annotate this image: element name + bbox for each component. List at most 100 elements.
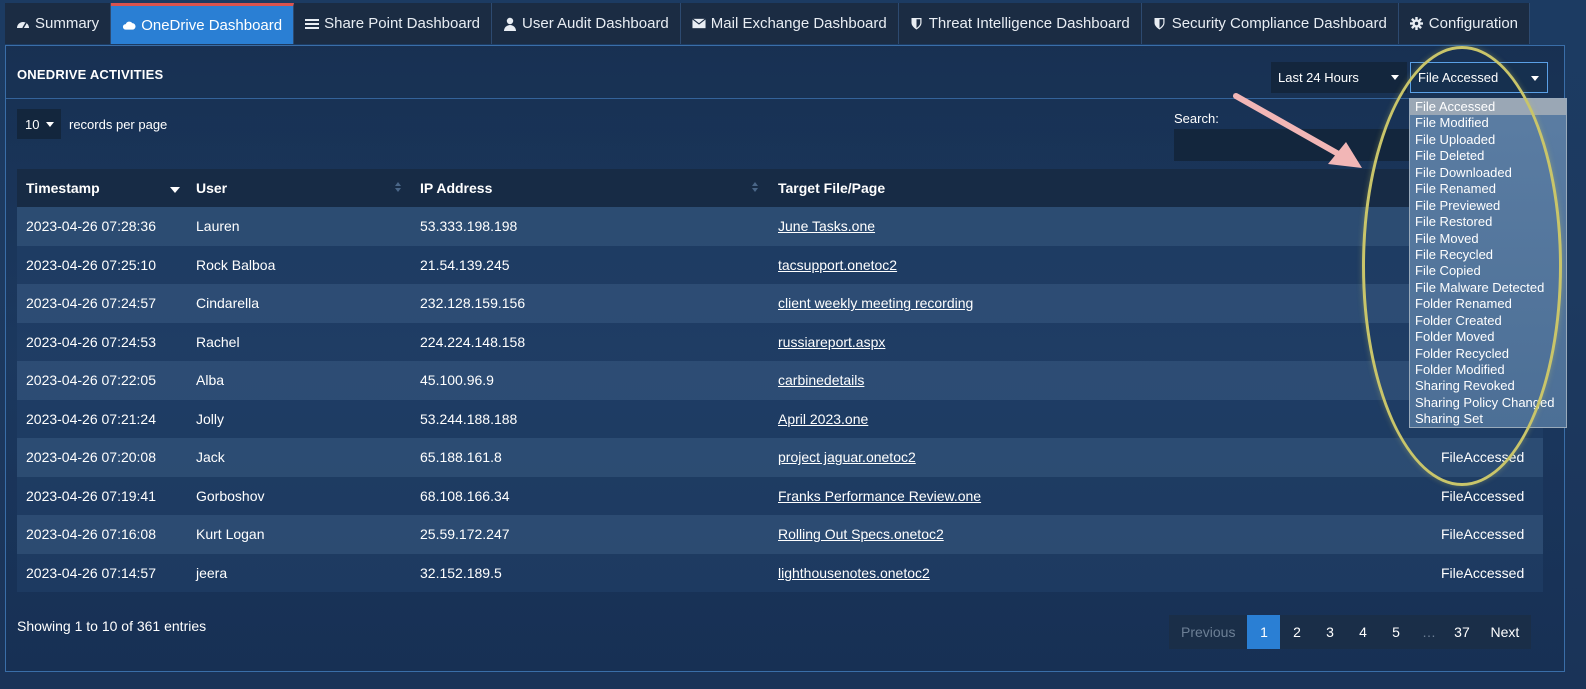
chevron-down-icon: [1531, 76, 1539, 81]
dropdown-option[interactable]: File Accessed: [1410, 99, 1566, 116]
cell-ip-address: 21.54.139.245: [420, 256, 510, 273]
event-select-value: File Accessed: [1418, 70, 1499, 85]
chevron-down-icon: [1391, 75, 1399, 80]
dropdown-option[interactable]: Folder Recycled: [1410, 346, 1566, 362]
cell-user: Kurt Logan: [196, 526, 265, 543]
tab-security-compliance-dashboard[interactable]: Security Compliance Dashboard: [1141, 3, 1399, 44]
search-label: Search:: [1174, 111, 1219, 126]
cell-user: Rock Balboa: [196, 256, 276, 273]
tab-share-point-dashboard[interactable]: Share Point Dashboard: [294, 3, 493, 44]
header-ip-address[interactable]: IP Address: [420, 180, 492, 196]
dropdown-option[interactable]: File Restored: [1410, 214, 1566, 230]
gear-icon: [1410, 17, 1424, 31]
shield-icon: [1153, 17, 1167, 31]
tab-label: Configuration: [1428, 15, 1519, 32]
cell-timestamp: 2023-04-26 07:25:10: [26, 256, 156, 273]
dashboard-icon: [16, 17, 30, 31]
page-button[interactable]: 3: [1313, 615, 1346, 649]
dropdown-option[interactable]: Sharing Policy Changed: [1410, 395, 1566, 411]
cell-timestamp: 2023-04-26 07:19:41: [26, 487, 156, 504]
dropdown-option[interactable]: File Moved: [1410, 231, 1566, 247]
envelope-icon: [691, 17, 706, 31]
cell-ip-address: 45.100.96.9: [420, 372, 494, 389]
cloud-icon: [122, 18, 136, 32]
dropdown-option[interactable]: File Recycled: [1410, 247, 1566, 263]
dropdown-option[interactable]: Sharing Set: [1410, 411, 1566, 427]
cell-target-link[interactable]: russiareport.aspx: [778, 334, 885, 350]
page-button[interactable]: 5: [1379, 615, 1412, 649]
header-user[interactable]: User: [196, 180, 227, 196]
table-row: 2023-04-26 07:19:41 Gorboshov 68.108.166.3…: [17, 476, 1543, 515]
cell-user: Cindarella: [196, 295, 260, 312]
dropdown-option[interactable]: Folder Moved: [1410, 329, 1566, 345]
cell-user: Alba: [196, 372, 225, 389]
page-button[interactable]: 1: [1247, 615, 1281, 649]
dropdown-option[interactable]: File Renamed: [1410, 181, 1566, 197]
shield-icon: [910, 17, 924, 31]
table-row: 2023-04-26 07:24:53 Rachel 224.224.148.158…: [17, 322, 1543, 361]
cell-target-link[interactable]: Rolling Out Specs.onetoc2: [778, 526, 944, 542]
tab-label: Security Compliance Dashboard: [1171, 15, 1387, 32]
event-type-select[interactable]: File Accessed: [1410, 62, 1548, 93]
tab-mail-exchange-dashboard[interactable]: Mail Exchange Dashboard: [680, 3, 899, 44]
cell-timestamp: 2023-04-26 07:22:05: [26, 372, 156, 389]
sort-icon: [394, 182, 402, 194]
records-per-page-value: 10: [25, 116, 40, 132]
previous-button[interactable]: Previous: [1169, 615, 1247, 649]
cell-timestamp: 2023-04-26 07:21:24: [26, 410, 156, 427]
cell-operation: FileAccessed: [1441, 449, 1525, 466]
records-per-page-select[interactable]: 10: [17, 109, 61, 139]
dropdown-option[interactable]: File Deleted: [1410, 148, 1566, 164]
dropdown-option[interactable]: File Modified: [1410, 115, 1566, 131]
cell-target-link[interactable]: tacsupport.onetoc2: [778, 257, 897, 273]
dropdown-option[interactable]: Sharing Revoked: [1410, 378, 1566, 394]
next-button[interactable]: Next: [1478, 615, 1531, 649]
tab-label: Summary: [35, 15, 100, 32]
table-row: 2023-04-26 07:25:10 Rock Balboa 21.54.139.…: [17, 245, 1543, 284]
cell-target-link[interactable]: project jaguar.onetoc2: [778, 449, 916, 465]
user-icon: [503, 17, 517, 31]
cell-target-link[interactable]: Franks Performance Review.one: [778, 488, 981, 504]
table-body: 2023-04-26 07:28:36 Lauren 53.333.198.198 J…: [17, 207, 1543, 592]
tab-user-audit-dashboard[interactable]: User Audit Dashboard: [492, 3, 681, 44]
dropdown-option[interactable]: Folder Created: [1410, 313, 1566, 329]
period-select[interactable]: Last 24 Hours: [1271, 62, 1407, 93]
dropdown-option[interactable]: Folder Modified: [1410, 362, 1566, 378]
cell-timestamp: 2023-04-26 07:24:53: [26, 333, 156, 350]
dropdown-option[interactable]: File Copied: [1410, 263, 1566, 279]
period-select-value: Last 24 Hours: [1278, 70, 1359, 85]
tab-label: Share Point Dashboard: [324, 15, 481, 32]
cell-ip-address: 232.128.159.156: [420, 295, 526, 312]
dropdown-option[interactable]: File Uploaded: [1410, 132, 1566, 148]
cell-ip-address: 224.224.148.158: [420, 333, 526, 350]
cell-ip-address: 53.244.188.188: [420, 410, 518, 427]
table-row: 2023-04-26 07:24:57 Cindarella 232.128.159…: [17, 284, 1543, 323]
dropdown-option[interactable]: File Downloaded: [1410, 165, 1566, 181]
table-row: 2023-04-26 07:20:08 Jack 65.188.161.8 proje…: [17, 438, 1543, 477]
pagination: Previous 1 2 3 4 5 … 37 Next: [1169, 615, 1532, 649]
page-button[interactable]: 4: [1346, 615, 1379, 649]
tab-threat-intelligence-dashboard[interactable]: Threat Intelligence Dashboard: [898, 3, 1142, 44]
table-row: 2023-04-26 07:28:36 Lauren 53.333.198.198 J…: [17, 207, 1543, 246]
tab-label: Mail Exchange Dashboard: [710, 15, 887, 32]
cell-target-link[interactable]: lighthousenotes.onetoc2: [778, 565, 930, 581]
header-timestamp[interactable]: Timestamp: [26, 180, 100, 196]
dropdown-option[interactable]: Folder Renamed: [1410, 296, 1566, 312]
page-button[interactable]: 2: [1280, 615, 1313, 649]
tab-summary[interactable]: Summary: [5, 3, 112, 44]
tab-label: User Audit Dashboard: [522, 15, 669, 32]
cell-target-link[interactable]: June Tasks.one: [778, 218, 875, 234]
dropdown-option[interactable]: File Previewed: [1410, 198, 1566, 214]
sort-icon: [751, 182, 759, 194]
tab-bar: Summary OneDrive Dashboard Share Point Das…: [5, 3, 1531, 44]
tab-onedrive-dashboard[interactable]: OneDrive Dashboard: [111, 3, 295, 44]
cell-target-link[interactable]: carbinedetails: [778, 372, 864, 388]
cell-target-link[interactable]: client weekly meeting recording: [778, 295, 973, 311]
header-target[interactable]: Target File/Page: [778, 180, 885, 196]
cell-operation: FileAccessed: [1441, 526, 1525, 543]
tab-label: OneDrive Dashboard: [141, 16, 283, 34]
cell-target-link[interactable]: April 2023.one: [778, 411, 868, 427]
tab-configuration[interactable]: Configuration: [1398, 3, 1531, 44]
dropdown-option[interactable]: File Malware Detected: [1410, 280, 1566, 296]
last-page-button[interactable]: 37: [1445, 615, 1478, 649]
